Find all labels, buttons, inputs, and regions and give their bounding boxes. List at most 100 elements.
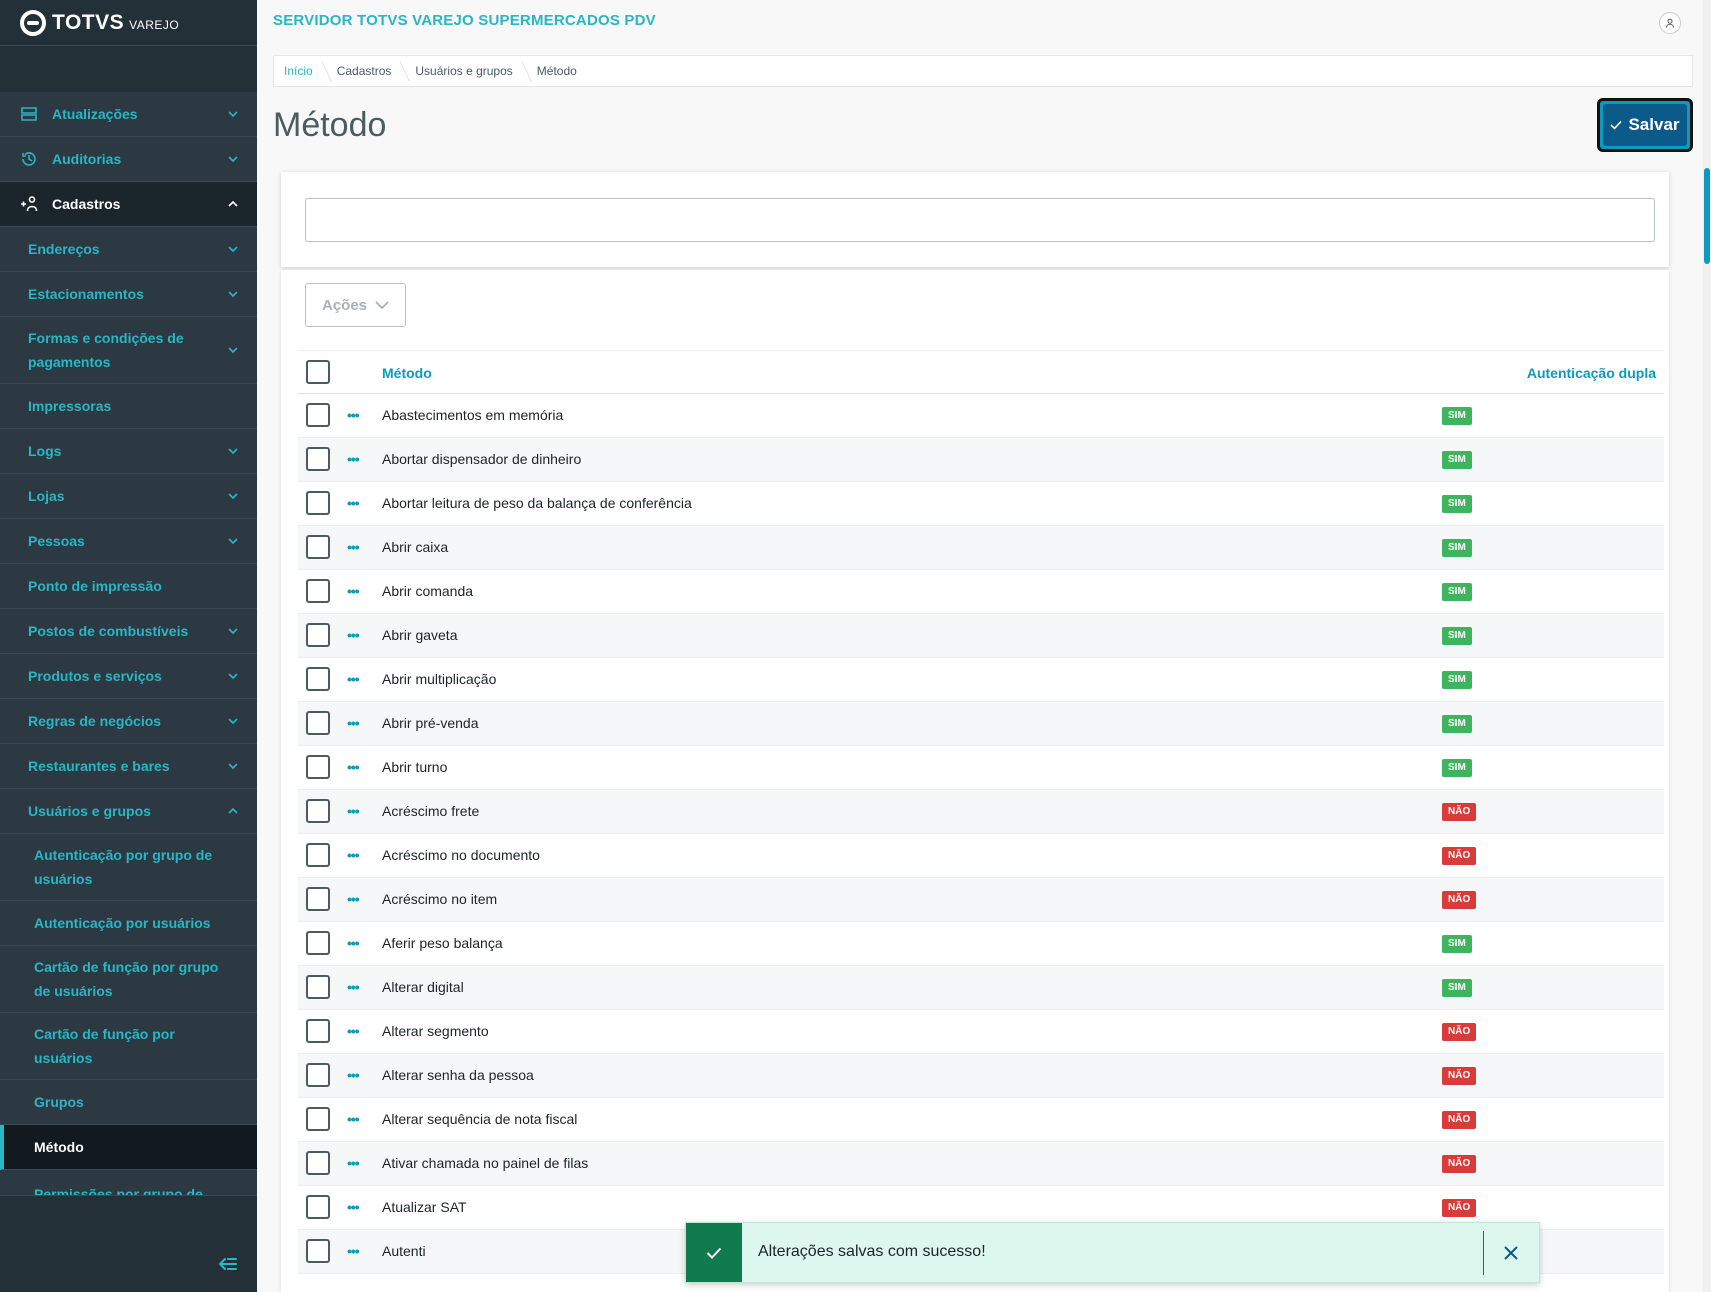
row-checkbox[interactable]	[306, 579, 330, 603]
row-checkbox[interactable]	[306, 887, 330, 911]
row-checkbox[interactable]	[306, 843, 330, 867]
table-row[interactable]: ••• Aferir peso balança SIM	[298, 922, 1664, 966]
row-actions-icon[interactable]: •••	[347, 1156, 360, 1170]
method-name: Abrir caixa	[382, 539, 449, 555]
sidebar-subitem[interactable]: Autenticação por grupo de usuários	[0, 834, 257, 901]
table-row[interactable]: ••• Abrir comanda SIM	[298, 570, 1664, 614]
row-actions-icon[interactable]: •••	[347, 452, 360, 466]
table-row[interactable]: ••• Abortar dispensador de dinheiro SIM	[298, 438, 1664, 482]
row-actions-icon[interactable]: •••	[347, 1200, 360, 1214]
row-checkbox[interactable]	[306, 1063, 330, 1087]
table-row[interactable]: ••• Abrir caixa SIM	[298, 526, 1664, 570]
collapse-sidebar-icon[interactable]	[218, 1256, 238, 1272]
sidebar-subitem[interactable]: Regras de negócios	[0, 699, 257, 744]
sidebar-subitem[interactable]: Postos de combustíveis	[0, 609, 257, 654]
row-checkbox[interactable]	[306, 931, 330, 955]
sidebar-subitem[interactable]: Estacionamentos	[0, 272, 257, 317]
table-row[interactable]: ••• Alterar digital SIM	[298, 966, 1664, 1010]
brand-logo[interactable]: TOTVS VAREJO	[0, 0, 257, 46]
table-row[interactable]: ••• Abastecimentos em memória SIM	[298, 394, 1664, 438]
row-actions-icon[interactable]: •••	[347, 760, 360, 774]
row-actions-icon[interactable]: •••	[347, 408, 360, 422]
close-icon[interactable]	[1501, 1243, 1521, 1263]
scrollbar-thumb[interactable]	[1704, 168, 1710, 264]
sidebar-subitem[interactable]: Logs	[0, 429, 257, 474]
method-name: Alterar segmento	[382, 1023, 489, 1039]
sidebar-subitem[interactable]: Pessoas	[0, 519, 257, 564]
save-button[interactable]: Salvar	[1597, 98, 1693, 152]
row-checkbox[interactable]	[306, 1107, 330, 1131]
sidebar-subitem-label: Logs	[28, 443, 62, 459]
method-name: Autenti	[382, 1243, 426, 1259]
page-scrollbar[interactable]	[1703, 0, 1711, 1292]
sidebar-subitem[interactable]: Autenticação por usuários	[0, 901, 257, 946]
row-checkbox[interactable]	[306, 711, 330, 735]
sidebar-subitem[interactable]: Produtos e serviços	[0, 654, 257, 699]
table-row[interactable]: ••• Abrir gaveta SIM	[298, 614, 1664, 658]
table-row[interactable]: ••• Abrir turno SIM	[298, 746, 1664, 790]
table-row[interactable]: ••• Alterar senha da pessoa NÃO	[298, 1054, 1664, 1098]
row-actions-icon[interactable]: •••	[347, 980, 360, 994]
sidebar-subitem[interactable]: Endereços	[0, 227, 257, 272]
sidebar-subitem-active[interactable]: Método	[0, 1125, 257, 1170]
row-checkbox[interactable]	[306, 623, 330, 647]
table-row[interactable]: ••• Alterar sequência de nota fiscal NÃO	[298, 1098, 1664, 1142]
sidebar-item-atualizacoes[interactable]: Atualizações	[0, 92, 257, 137]
table-row[interactable]: ••• Acréscimo frete NÃO	[298, 790, 1664, 834]
breadcrumb-cadastros[interactable]: Cadastros	[327, 55, 406, 87]
sidebar-item-auditorias[interactable]: Auditorias	[0, 137, 257, 182]
search-input[interactable]	[305, 198, 1655, 242]
row-checkbox[interactable]	[306, 755, 330, 779]
row-checkbox[interactable]	[306, 799, 330, 823]
actions-dropdown[interactable]: Ações	[305, 283, 406, 327]
row-actions-icon[interactable]: •••	[347, 496, 360, 510]
row-actions-icon[interactable]: •••	[347, 716, 360, 730]
sidebar-subitem-partial[interactable]: Permissões por grupo de	[0, 1170, 257, 1196]
row-checkbox[interactable]	[306, 447, 330, 471]
row-actions-icon[interactable]: •••	[347, 628, 360, 642]
sidebar-subitem[interactable]: Impressoras	[0, 384, 257, 429]
user-menu-button[interactable]	[1659, 12, 1681, 34]
row-checkbox[interactable]	[306, 1239, 330, 1263]
row-actions-icon[interactable]: •••	[347, 672, 360, 686]
row-checkbox[interactable]	[306, 1195, 330, 1219]
row-checkbox[interactable]	[306, 535, 330, 559]
select-all-checkbox[interactable]	[306, 360, 330, 384]
sidebar-subitem[interactable]: Ponto de impressão	[0, 564, 257, 609]
table-row[interactable]: ••• Abrir multiplicação SIM	[298, 658, 1664, 702]
row-actions-icon[interactable]: •••	[347, 1068, 360, 1082]
sidebar-subitem[interactable]: Usuários e grupos	[0, 789, 257, 834]
column-header-auth[interactable]: Autenticação dupla	[1527, 365, 1656, 381]
row-checkbox[interactable]	[306, 667, 330, 691]
table-row[interactable]: ••• Acréscimo no documento NÃO	[298, 834, 1664, 878]
breadcrumb-home[interactable]: Início	[274, 55, 327, 87]
sidebar-subitem[interactable]: Restaurantes e bares	[0, 744, 257, 789]
sidebar-subitem[interactable]: Lojas	[0, 474, 257, 519]
column-header-method[interactable]: Método	[382, 365, 432, 381]
row-checkbox[interactable]	[306, 1019, 330, 1043]
table-row[interactable]: ••• Acréscimo no item NÃO	[298, 878, 1664, 922]
row-actions-icon[interactable]: •••	[347, 1112, 360, 1126]
breadcrumb-usuarios-grupos[interactable]: Usuários e grupos	[405, 55, 526, 87]
row-actions-icon[interactable]: •••	[347, 1024, 360, 1038]
row-checkbox[interactable]	[306, 491, 330, 515]
sidebar-subitem[interactable]: Cartão de função por grupo de usuários	[0, 946, 257, 1013]
row-checkbox[interactable]	[306, 403, 330, 427]
sidebar-subitem[interactable]: Formas e condições de pagamentos	[0, 317, 257, 384]
row-checkbox[interactable]	[306, 1151, 330, 1175]
sidebar-subitem[interactable]: Cartão de função por usuários	[0, 1013, 257, 1080]
sidebar-subitem[interactable]: Grupos	[0, 1080, 257, 1125]
table-row[interactable]: ••• Ativar chamada no painel de filas NÃO	[298, 1142, 1664, 1186]
row-actions-icon[interactable]: •••	[347, 540, 360, 554]
row-actions-icon[interactable]: •••	[347, 936, 360, 950]
row-actions-icon[interactable]: •••	[347, 1244, 360, 1258]
row-actions-icon[interactable]: •••	[347, 848, 360, 862]
row-actions-icon[interactable]: •••	[347, 892, 360, 906]
table-row[interactable]: ••• Abortar leitura de peso da balança de…	[298, 482, 1664, 526]
row-actions-icon[interactable]: •••	[347, 584, 360, 598]
row-actions-icon[interactable]: •••	[347, 804, 360, 818]
sidebar-item-cadastros[interactable]: Cadastros	[0, 182, 257, 227]
table-row[interactable]: ••• Alterar segmento NÃO	[298, 1010, 1664, 1054]
row-checkbox[interactable]	[306, 975, 330, 999]
table-row[interactable]: ••• Abrir pré-venda SIM	[298, 702, 1664, 746]
